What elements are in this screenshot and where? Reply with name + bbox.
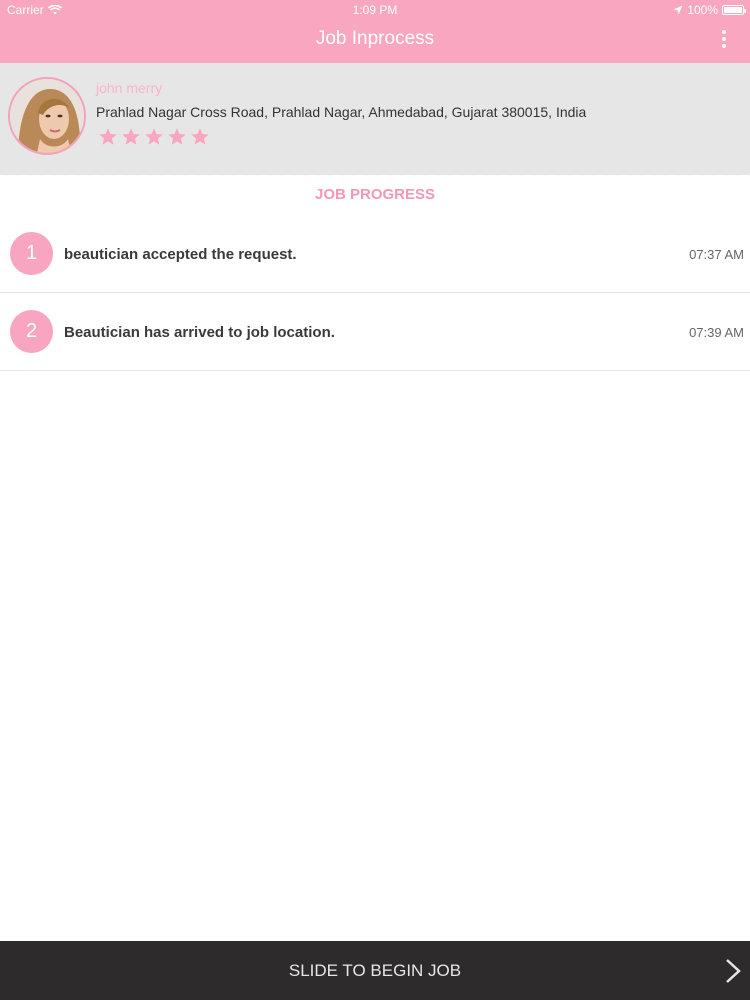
job-progress-title: JOB PROGRESS [314, 186, 436, 203]
chevron-right-icon [726, 959, 741, 983]
star-rating [98, 127, 210, 147]
battery-icon [722, 5, 746, 15]
step-number-badge: 2 [10, 310, 53, 353]
top-bar: Carrier 1:09 PM 100% Job Inprocess [0, 0, 750, 63]
progress-time: 07:37 AM [689, 247, 744, 262]
more-vertical-dot [722, 44, 726, 48]
more-vertical-dot [722, 37, 726, 41]
star-icon [122, 128, 140, 145]
page-title: Job Inprocess [315, 28, 435, 49]
progress-text: Beautician has arrived to job location. [64, 324, 335, 341]
battery-percent: 100% [687, 3, 718, 17]
more-vertical-icon [722, 30, 726, 34]
star-icon [145, 128, 163, 145]
progress-row: 1 beautician accepted the request. 07:37… [0, 215, 750, 293]
more-options-button[interactable] [720, 30, 728, 52]
location-arrow-icon [673, 5, 683, 15]
progress-text: beautician accepted the request. [64, 246, 297, 263]
star-icon [168, 128, 186, 145]
progress-row: 2 Beautician has arrived to job location… [0, 293, 750, 371]
client-name: john merry [96, 80, 163, 96]
step-number-badge: 1 [10, 232, 53, 275]
client-address: Prahlad Nagar Cross Road, Prahlad Nagar,… [96, 104, 587, 120]
status-time: 1:09 PM [352, 3, 398, 17]
status-bar: Carrier 1:09 PM 100% [0, 0, 750, 20]
star-icon [99, 128, 117, 145]
star-icon [191, 128, 209, 145]
progress-time: 07:39 AM [689, 325, 744, 340]
slide-label: SLIDE TO BEGIN JOB [288, 961, 462, 980]
status-right: 100% [673, 3, 746, 17]
slide-to-begin-button[interactable]: SLIDE TO BEGIN JOB [0, 941, 750, 1000]
avatar[interactable] [8, 77, 86, 155]
zigzag-divider [0, 168, 750, 176]
